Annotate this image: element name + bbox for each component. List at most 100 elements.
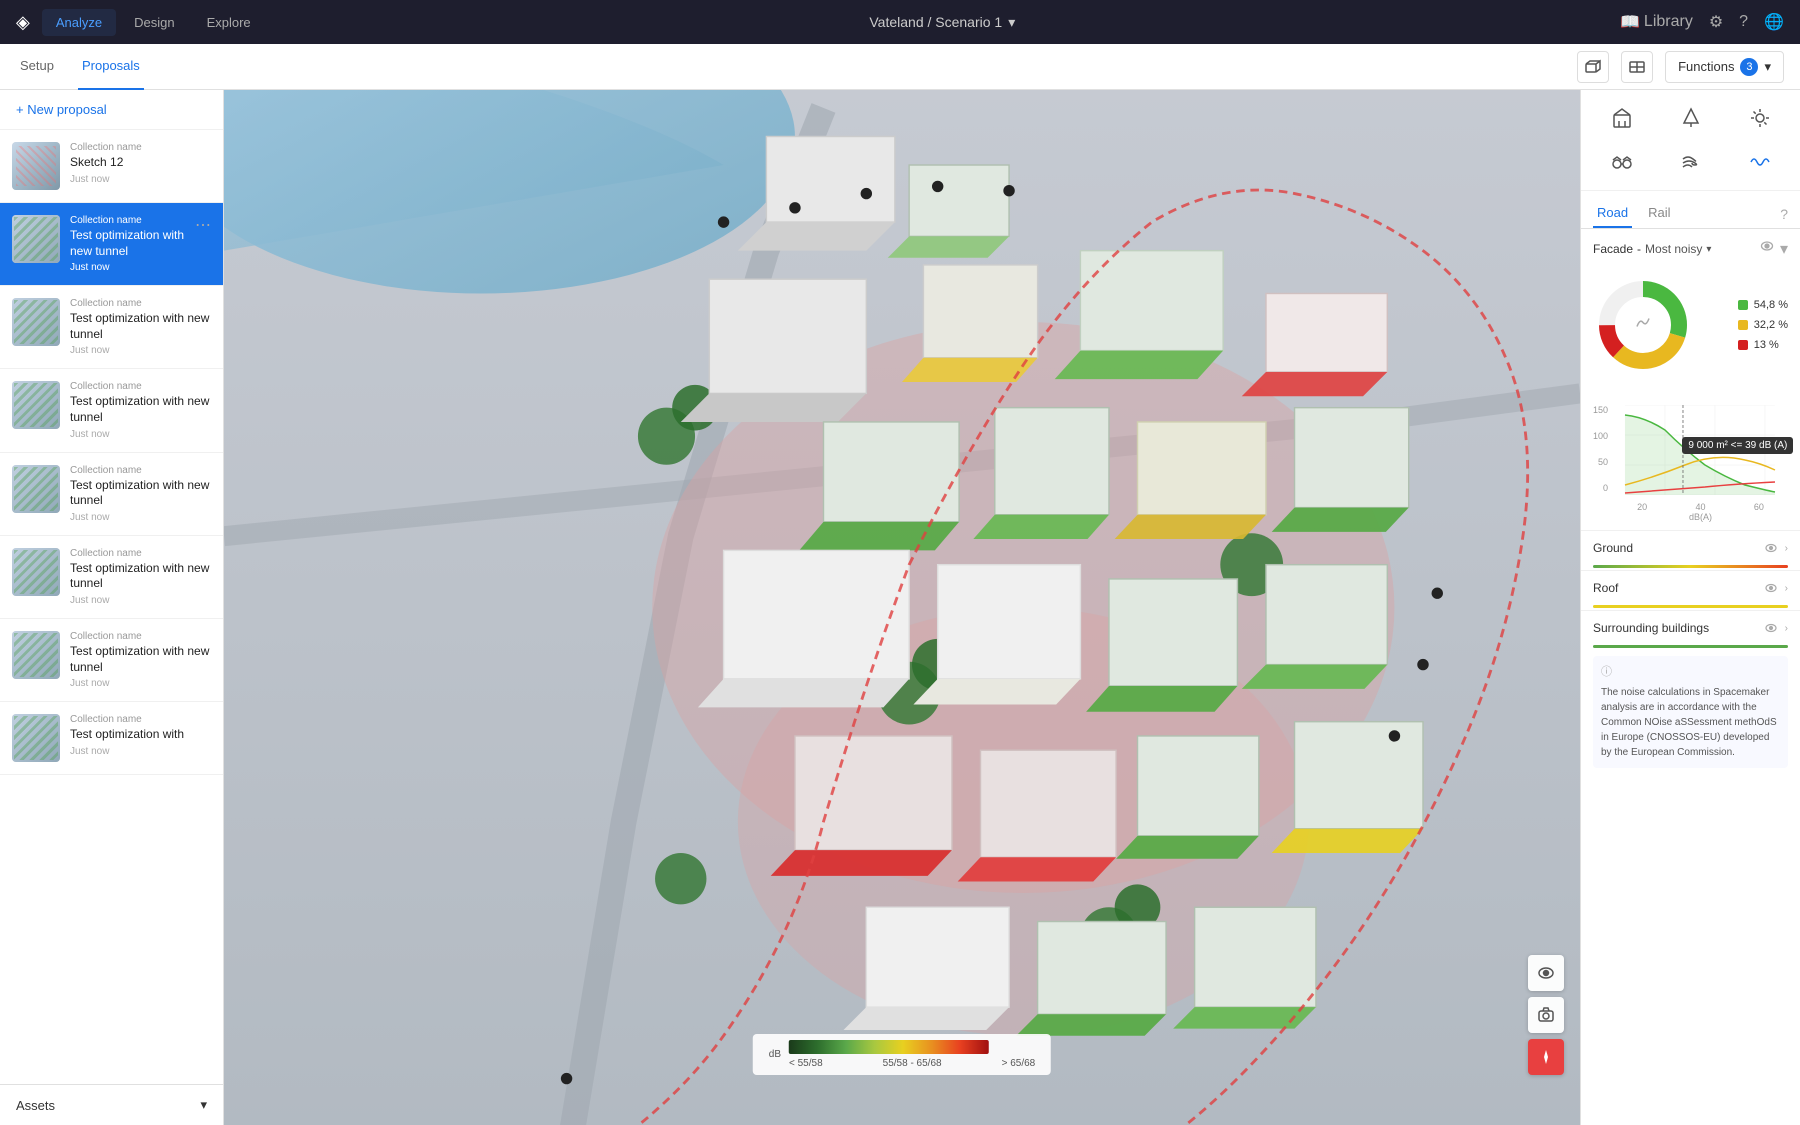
chart-axes: 150 100 50 0 (1593, 405, 1788, 500)
legend-low: < 55/58 (789, 1058, 823, 1069)
legend-dot-green (1738, 300, 1748, 310)
book-icon: 📖 (1620, 12, 1640, 32)
tab-analyze[interactable]: Analyze (42, 9, 116, 36)
viewport[interactable]: dB < 55/58 55/58 - 65/68 > 65/68 (224, 90, 1580, 1125)
legend-high: > 65/68 (1002, 1058, 1036, 1069)
help-btn[interactable]: ? (1739, 13, 1748, 31)
prop-title-tunnel1: Test optimization with new tunnel (70, 228, 185, 259)
roof-expand-row[interactable]: Roof › (1581, 570, 1800, 605)
wind-icon-btn[interactable] (1658, 142, 1723, 182)
sun-icon-btn[interactable] (1727, 98, 1792, 138)
surrounding-color-bar (1593, 645, 1788, 648)
legend-row-green: 54,8 % (1738, 299, 1788, 311)
binoculars-icon-btn[interactable] (1589, 142, 1654, 182)
prop-title-tunnel3: Test optimization with new tunnel (70, 394, 211, 425)
proposal-thumb-tunnel4 (12, 465, 60, 513)
legend-labels: < 55/58 55/58 - 65/68 > 65/68 (789, 1058, 1035, 1069)
assets-btn[interactable]: Assets ▾ (0, 1084, 223, 1125)
proposal-item-tunnel5[interactable]: Collection nameTest optimization with ne… (0, 536, 223, 619)
legend-pct-green: 54,8 % (1754, 299, 1788, 311)
prop-menu-tunnel1[interactable]: ⋯ (195, 215, 211, 235)
y-label-150: 150 (1593, 405, 1608, 415)
legend-bar: dB < 55/58 55/58 - 65/68 > 65/68 (753, 1034, 1051, 1075)
tab-proposals[interactable]: Proposals (78, 44, 144, 90)
proposal-item-tunnel2[interactable]: Collection nameTest optimization with ne… (0, 286, 223, 369)
library-btn[interactable]: 📖 Library (1620, 12, 1693, 32)
prop-time-tunnel5: Just now (70, 595, 211, 606)
functions-label: Functions (1678, 59, 1734, 74)
ground-expand-row[interactable]: Ground › (1581, 530, 1800, 565)
compass-btn[interactable] (1528, 1039, 1564, 1075)
prop-title-sketch12: Sketch 12 (70, 155, 211, 171)
proposal-item-sketch12[interactable]: Collection nameSketch 12Just now (0, 130, 223, 203)
y-label-100: 100 (1593, 431, 1608, 441)
x-label-60: 60 (1754, 502, 1764, 512)
rail-tab[interactable]: Rail (1644, 199, 1674, 228)
viewport-controls (1528, 955, 1564, 1075)
facade-eye-icon[interactable] (1760, 239, 1774, 259)
road-tab[interactable]: Road (1593, 199, 1632, 228)
db-label: dB (769, 1049, 781, 1060)
settings-btn[interactable]: ⚙ (1709, 12, 1723, 32)
ground-label: Ground (1593, 541, 1633, 555)
prop-time-tunnel4: Just now (70, 512, 211, 523)
secondbar-right: Functions 3 ▾ (1577, 51, 1784, 83)
proposal-item-tunnel6[interactable]: Collection nameTest optimization with ne… (0, 619, 223, 702)
facade-expand-icon[interactable]: ▾ (1780, 239, 1788, 259)
app-logo[interactable]: ◈ (16, 12, 30, 33)
tab-setup[interactable]: Setup (16, 44, 58, 90)
proposal-item-tunnel1[interactable]: Collection name Test optimization with ne… (0, 203, 223, 286)
proposals-sidebar: + New proposal Collection name Sketch 12 J… (0, 90, 224, 1125)
tree-icon-btn[interactable] (1658, 98, 1723, 138)
info-box: ⓘ The noise calculations in Spacemaker a… (1593, 656, 1788, 768)
facade-sub: Most noisy (1645, 242, 1702, 256)
eye-icon (1765, 622, 1777, 634)
donut-legend: 54,8 % 32,2 % 13 % (1738, 299, 1788, 351)
prop-collection-label-tunnel1: Collection name (70, 215, 185, 226)
facade-label: Facade (1593, 242, 1633, 256)
facade-dropdown-icon[interactable]: ▾ (1706, 244, 1711, 255)
prop-collection-label-tunnel6: Collection name (70, 631, 211, 642)
surrounding-expand-row[interactable]: Surrounding buildings › (1581, 610, 1800, 645)
proposal-item-tunnel7[interactable]: Collection nameTest optimization withJus… (0, 702, 223, 775)
eye-btn[interactable] (1528, 955, 1564, 991)
prop-time-sketch12: Just now (70, 174, 211, 185)
chart-y-labels: 150 100 50 0 (1593, 405, 1612, 495)
x-label-20: 20 (1637, 502, 1647, 512)
legend-row-red: 13 % (1738, 339, 1788, 351)
buildings-icon-btn[interactable] (1589, 98, 1654, 138)
ground-chevron-icon: › (1785, 543, 1788, 554)
prop-collection-label-tunnel5: Collection name (70, 548, 211, 559)
proposal-item-tunnel3[interactable]: Collection nameTest optimization with ne… (0, 369, 223, 452)
chart-unit-label: dB(A) (1593, 512, 1788, 522)
globe-btn[interactable]: 🌐 (1764, 12, 1784, 32)
functions-dropdown-icon: ▾ (1764, 59, 1771, 75)
view-2d-btn[interactable] (1621, 51, 1653, 83)
tab-design[interactable]: Design (120, 9, 188, 36)
new-proposal-btn[interactable]: + New proposal (0, 90, 223, 130)
noise-icon-btn[interactable] (1727, 142, 1792, 182)
prop-time-tunnel1: Just now (70, 262, 185, 273)
settings-icon: ⚙ (1709, 12, 1723, 32)
camera-btn[interactable] (1528, 997, 1564, 1033)
surrounding-label: Surrounding buildings (1593, 621, 1709, 635)
proposal-thumb-tunnel6 (12, 631, 60, 679)
tab-explore[interactable]: Explore (193, 9, 265, 36)
facade-dash: - (1637, 242, 1641, 256)
view-3d-btn[interactable] (1577, 51, 1609, 83)
scenario-dropdown-icon[interactable]: ▾ (1008, 14, 1015, 31)
legend-gradient (789, 1040, 989, 1054)
facade-controls: ▾ (1760, 239, 1788, 259)
x-label-40: 40 (1695, 502, 1705, 512)
proposal-item-tunnel4[interactable]: Collection nameTest optimization with ne… (0, 453, 223, 536)
legend-dot-red (1738, 340, 1748, 350)
donut-chart-container: 54,8 % 32,2 % 13 % (1593, 267, 1788, 383)
analysis-help-icon[interactable]: ? (1780, 206, 1788, 222)
secondbar: Setup Proposals Functions 3 ▾ (0, 44, 1800, 90)
globe-icon: 🌐 (1764, 12, 1784, 32)
city-map (224, 90, 1580, 1125)
facade-section: Facade - Most noisy ▾ ▾ (1581, 229, 1800, 401)
chart-x-labels: 20 40 60 (1593, 502, 1788, 512)
prop-title-tunnel2: Test optimization with new tunnel (70, 311, 211, 342)
functions-btn[interactable]: Functions 3 ▾ (1665, 51, 1784, 83)
